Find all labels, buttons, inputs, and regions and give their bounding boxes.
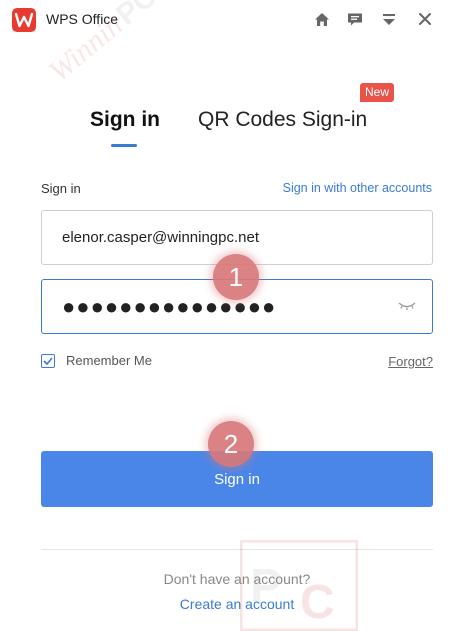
message-button[interactable]: [344, 8, 366, 30]
step-2-annotation: 2: [208, 421, 254, 467]
menu-button[interactable]: [378, 8, 400, 30]
active-tab-indicator: [111, 144, 137, 147]
other-accounts-link[interactable]: Sign in with other accounts: [283, 181, 432, 195]
sign-in-section-label: Sign in: [41, 181, 81, 196]
new-badge: New: [360, 83, 395, 102]
hide-password-icon[interactable]: [398, 300, 416, 312]
remember-me-label: Remember Me: [66, 353, 152, 368]
home-icon: [315, 12, 329, 26]
checkbox-box[interactable]: [41, 353, 55, 368]
forgot-password-link[interactable]: Forgot?: [388, 354, 433, 369]
wps-logo-icon: [12, 8, 36, 32]
step-1-annotation: 1: [213, 254, 259, 300]
close-icon: [419, 13, 431, 25]
close-button[interactable]: [414, 8, 436, 30]
remember-me-checkbox[interactable]: Remember Me: [41, 353, 152, 368]
minimize-menu-icon: [383, 13, 395, 25]
checkmark-icon: [43, 356, 53, 365]
no-account-prompt: Don't have an account?: [163, 571, 311, 587]
home-button[interactable]: [311, 8, 333, 30]
title-bar: WPS Office: [0, 0, 474, 38]
tab-sign-in[interactable]: Sign in: [90, 108, 160, 132]
tab-qr-codes-sign-in[interactable]: QR Codes Sign-in: [198, 108, 367, 132]
create-account-link[interactable]: Create an account: [0, 596, 474, 612]
app-title: WPS Office: [46, 11, 119, 27]
message-icon: [348, 13, 362, 25]
sign-in-tabs: Sign in QR Codes Sign-in: [0, 100, 474, 150]
divider: [41, 549, 433, 550]
